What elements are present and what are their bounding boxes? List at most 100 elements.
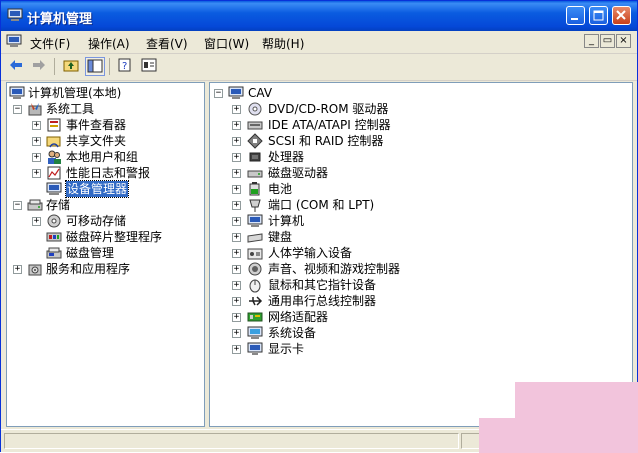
maximize-button[interactable] [589, 6, 608, 25]
minimize-button[interactable] [566, 6, 585, 25]
device-category-label: SCSI 和 RAID 控制器 [268, 134, 384, 148]
usb-icon [249, 296, 263, 306]
tools-icon [28, 103, 42, 116]
title-bar[interactable]: 计算机管理 [1, 1, 637, 31]
show-hide-tree-icon [87, 59, 103, 73]
show-hide-tree-button[interactable] [85, 57, 105, 76]
maximize-icon [593, 10, 604, 21]
sound-icon [248, 262, 262, 276]
device-tree-pane[interactable]: − CAV + DVD/CD-ROM 驱动器 + IDE ATA/ATAPI 控… [209, 82, 633, 427]
keyboard-icon [247, 233, 263, 243]
menu-help[interactable]: 帮助(H) [262, 35, 304, 52]
device-category-label: 通用串行总线控制器 [268, 294, 377, 308]
event-viewer-icon [47, 118, 61, 132]
expand-icon[interactable]: + [232, 265, 241, 274]
expand-icon[interactable]: + [32, 137, 41, 146]
console-tree-pane[interactable]: 计算机管理(本地) − 系统工具 + 事件查看器 + 共享文件夹 + 本地用户和… [6, 82, 205, 427]
expand-icon[interactable]: + [32, 217, 41, 226]
mdi-controls: _ ▭ × [584, 34, 631, 48]
device-category-label: 处理器 [268, 150, 305, 164]
display-adapter-icon [247, 342, 263, 355]
hid-icon [247, 248, 263, 260]
help-button[interactable]: ? [115, 57, 135, 76]
toolbar: ? [1, 54, 637, 81]
collapse-icon[interactable]: − [214, 89, 223, 98]
processor-icon [249, 152, 261, 162]
device-category-label: 端口 (COM 和 LPT) [268, 198, 375, 212]
mdi-minimize-button[interactable]: _ [584, 34, 599, 48]
system-menu-icon[interactable] [6, 34, 22, 49]
device-category-label: 人体学输入设备 [268, 246, 353, 260]
expand-icon[interactable]: + [232, 345, 241, 354]
ide-controller-icon [247, 121, 263, 130]
tree-label: 性能日志和警报 [66, 166, 151, 180]
expand-icon[interactable]: + [232, 105, 241, 114]
expand-icon[interactable]: + [232, 297, 241, 306]
scsi-controller-icon [247, 133, 263, 149]
expand-icon[interactable]: + [32, 169, 41, 178]
menu-window[interactable]: 窗口(W) [204, 35, 249, 52]
mouse-icon [249, 279, 261, 293]
properties-icon [141, 58, 157, 72]
expand-icon[interactable]: + [232, 249, 241, 258]
device-tree-label: CAV [248, 86, 273, 100]
collapse-icon[interactable]: − [13, 201, 22, 210]
expand-icon[interactable]: + [13, 265, 22, 274]
svg-text:?: ? [122, 61, 127, 72]
menu-view[interactable]: 查看(V) [146, 35, 188, 52]
tree-label: 磁盘管理 [66, 246, 115, 260]
collapse-icon[interactable]: − [13, 105, 22, 114]
system-devices-icon [247, 326, 263, 339]
back-button[interactable] [6, 57, 26, 76]
menu-file[interactable]: 文件(F) [30, 35, 70, 52]
expand-icon[interactable]: + [232, 153, 241, 162]
expand-icon[interactable]: + [232, 169, 241, 178]
port-icon [249, 199, 261, 212]
device-manager-icon [46, 182, 62, 195]
device-category-label: 鼠标和其它指针设备 [268, 278, 377, 292]
close-button[interactable] [612, 6, 631, 25]
up-level-button[interactable] [61, 57, 81, 76]
device-category-label: 计算机 [268, 214, 305, 228]
mdi-close-button[interactable]: × [616, 34, 631, 48]
forward-button[interactable] [29, 57, 49, 76]
services-icon [28, 264, 42, 276]
expand-icon[interactable]: + [232, 313, 241, 322]
network-adapter-icon [247, 312, 263, 322]
tree-label: 本地用户和组 [66, 150, 139, 164]
disk-management-icon [46, 247, 62, 259]
properties-button[interactable] [139, 57, 159, 76]
expand-icon[interactable]: + [232, 281, 241, 290]
expand-icon[interactable]: + [232, 217, 241, 226]
computer-management-window: 计算机管理 文件(F) 操作(A) 查看(V) 窗口(W) 帮助(H) _ ▭ … [0, 0, 638, 453]
menu-action[interactable]: 操作(A) [88, 35, 130, 52]
defrag-icon [46, 232, 62, 242]
computer-management-icon [9, 86, 25, 99]
forward-icon [33, 60, 45, 70]
tree-label: 计算机管理(本地) [28, 86, 122, 100]
mdi-restore-button[interactable]: ▭ [600, 34, 615, 48]
shared-folder-icon [46, 136, 61, 148]
expand-icon[interactable]: + [32, 153, 41, 162]
tree-label: 共享文件夹 [66, 134, 127, 148]
tree-label: 设备管理器 [64, 180, 130, 198]
window-title: 计算机管理 [27, 12, 93, 27]
menu-bar: 文件(F) 操作(A) 查看(V) 窗口(W) 帮助(H) _ ▭ × [1, 31, 637, 54]
removable-storage-icon [47, 214, 61, 228]
device-category-label: 键盘 [268, 230, 293, 244]
expand-icon[interactable]: + [32, 121, 41, 130]
tree-label: 系统工具 [46, 102, 95, 116]
expand-icon[interactable]: + [232, 137, 241, 146]
expand-icon[interactable]: + [232, 121, 241, 130]
tree-label: 可移动存储 [66, 214, 127, 228]
device-category-label: DVD/CD-ROM 驱动器 [268, 102, 389, 116]
expand-icon[interactable]: + [232, 329, 241, 338]
status-cell-main [4, 433, 459, 449]
expand-icon[interactable]: + [232, 233, 241, 242]
expand-icon[interactable]: + [232, 201, 241, 210]
computer-icon [228, 86, 244, 99]
expand-icon[interactable]: + [232, 185, 241, 194]
tree-label: 服务和应用程序 [46, 262, 131, 276]
watermark-notch [479, 382, 515, 418]
status-cell-small [461, 433, 481, 449]
